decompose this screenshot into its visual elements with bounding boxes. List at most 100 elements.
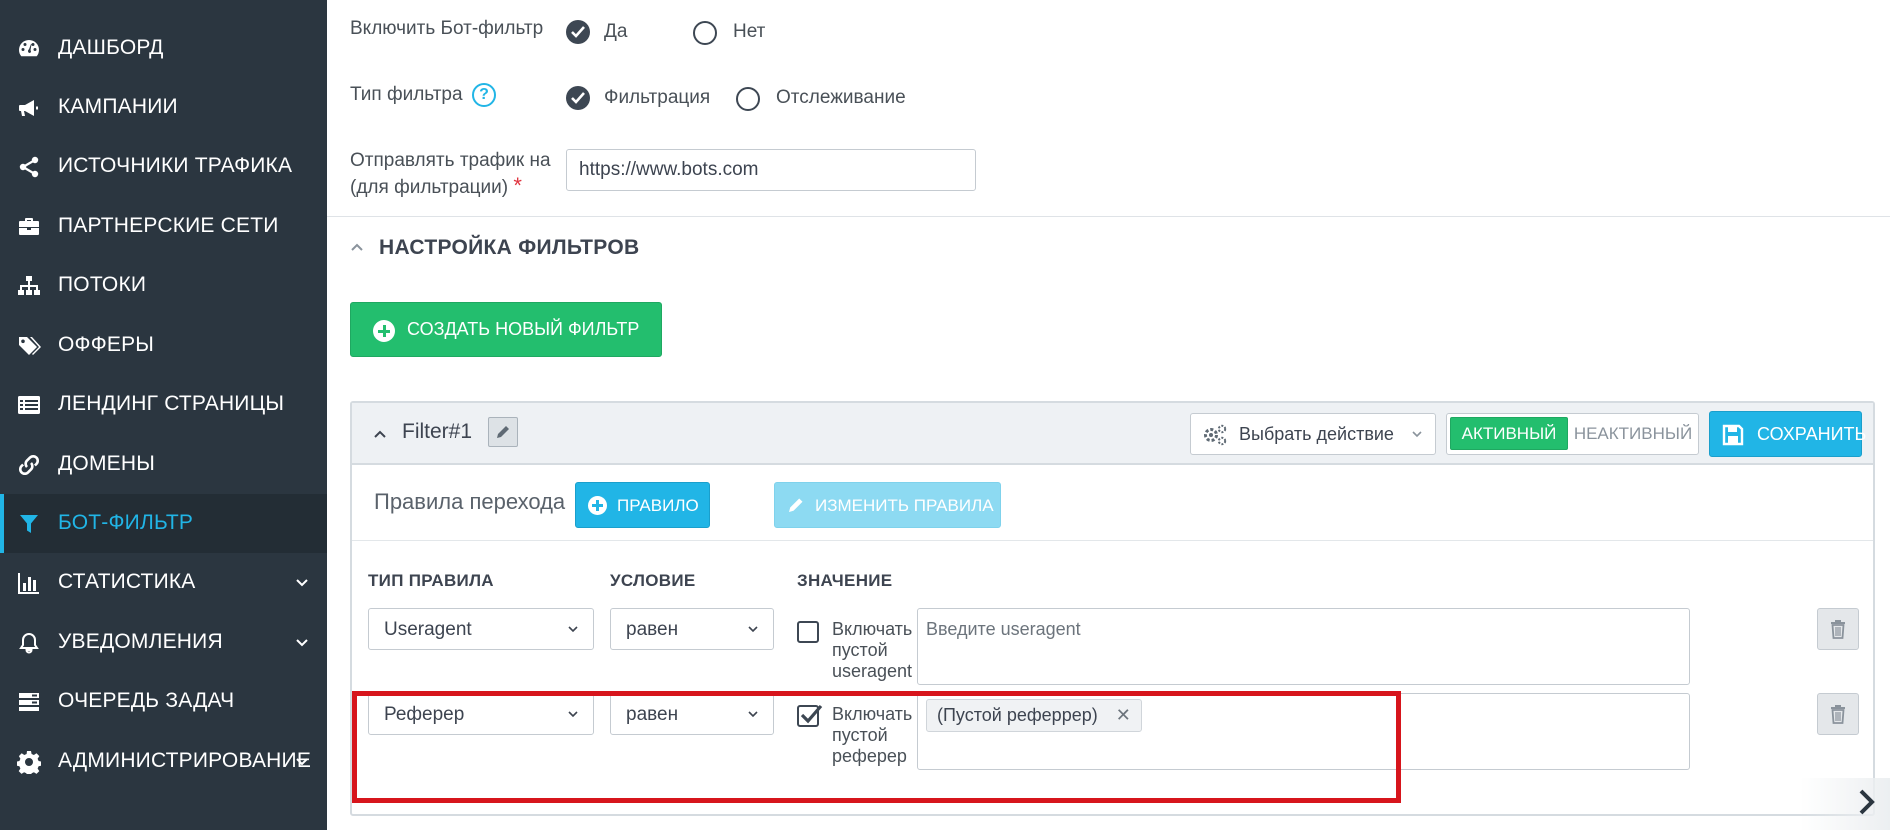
chevron-right-icon[interactable] xyxy=(1857,787,1877,817)
delete-rule-button[interactable] xyxy=(1817,693,1859,735)
column-header-condition: УСЛОВИЕ xyxy=(610,571,696,590)
rules-toolbar: Правила перехода ПРАВИЛО ИЗМЕНИТЬ ПРАВИЛ… xyxy=(352,465,1873,541)
useragent-value-input[interactable]: Введите useragent xyxy=(917,608,1690,685)
sidebar-item-administration[interactable]: АДМИНИСТРИРОВАНИЕ xyxy=(0,732,327,791)
action-select[interactable]: Выбрать действие xyxy=(1190,413,1436,455)
gears-icon xyxy=(1204,424,1227,446)
chevron-down-icon xyxy=(296,639,308,647)
include-label-line: пустой xyxy=(832,640,888,660)
chevron-down-icon xyxy=(296,758,308,766)
sidebar-item-statistics[interactable]: СТАТИСТИКА xyxy=(0,553,327,612)
save-button[interactable]: СОХРАНИТЬ xyxy=(1709,411,1866,457)
sidebar-item-label: ОФФЕРЫ xyxy=(58,333,155,356)
sidebar-item-notifications[interactable]: УВЕДОМЛЕНИЯ xyxy=(0,613,327,672)
sidebar-item-traffic-sources[interactable]: ИСТОЧНИКИ ТРАФИКА xyxy=(0,137,327,196)
check-icon xyxy=(571,26,585,38)
enable-bot-filter-label: Включить Бот-фильтр xyxy=(350,18,544,39)
tags-icon xyxy=(19,337,41,355)
enable-no-radio[interactable] xyxy=(693,21,717,45)
filter-type-label: Тип фильтра xyxy=(350,84,463,105)
share-icon xyxy=(19,156,39,178)
rule-condition-select[interactable]: равен xyxy=(610,608,774,650)
enable-yes-label: Да xyxy=(604,21,628,42)
send-traffic-url-input[interactable]: https://www.bots.com xyxy=(566,149,976,191)
sidebar-item-affiliate-networks[interactable]: ПАРТНЕРСКИЕ СЕТИ xyxy=(0,197,327,256)
floppy-disk-icon xyxy=(1722,424,1744,446)
column-header-rule-type: ТИП ПРАВИЛА xyxy=(368,571,494,590)
include-empty-useragent-label: Включать пустой useragent xyxy=(832,619,912,682)
bar-chart-icon xyxy=(18,573,39,594)
link-icon xyxy=(18,454,40,476)
sidebar-item-label: ДОМЕНЫ xyxy=(58,452,156,475)
chevron-down-icon xyxy=(1412,431,1422,438)
filter-name: Filter#1 xyxy=(402,420,473,443)
send-traffic-label-line2: (для фильтрации) * xyxy=(350,173,522,198)
sitemap-icon xyxy=(18,276,40,295)
type-tracking-radio[interactable] xyxy=(736,87,760,111)
plus-circle-icon xyxy=(373,320,395,342)
sidebar: ДАШБОРД КАМПАНИИ ИСТОЧНИКИ ТРАФИКА ПАРТН… xyxy=(0,0,327,830)
include-label-line: useragent xyxy=(832,661,913,681)
add-rule-label: ПРАВИЛО xyxy=(617,496,699,515)
divider xyxy=(327,216,1890,217)
sidebar-item-dashboard[interactable]: ДАШБОРД xyxy=(0,19,327,78)
sidebar-item-label: УВЕДОМЛЕНИЯ xyxy=(58,630,223,653)
status-active-option[interactable]: АКТИВНЫЙ xyxy=(1450,417,1568,450)
sidebar-item-label: ДАШБОРД xyxy=(58,36,164,59)
chevron-up-icon[interactable] xyxy=(372,427,388,443)
type-filtration-radio[interactable] xyxy=(566,86,590,110)
sidebar-item-flows[interactable]: ПОТОКИ xyxy=(0,256,327,315)
sidebar-item-label: БОТ-ФИЛЬТР xyxy=(58,511,194,534)
sidebar-item-label: ОЧЕРЕДЬ ЗАДАЧ xyxy=(58,689,235,712)
sidebar-item-task-queue[interactable]: ОЧЕРЕДЬ ЗАДАЧ xyxy=(0,672,327,731)
pencil-icon xyxy=(497,426,509,438)
sidebar-item-campaigns[interactable]: КАМПАНИИ xyxy=(0,78,327,137)
trash-icon xyxy=(1831,705,1845,724)
enable-no-label: Нет xyxy=(733,21,766,42)
megaphone-icon xyxy=(19,100,38,116)
briefcase-icon xyxy=(19,218,39,235)
sidebar-item-label: ЛЕНДИНГ СТРАНИЦЫ xyxy=(58,392,285,415)
edit-rules-label: ИЗМЕНИТЬ ПРАВИЛА xyxy=(815,496,994,515)
add-rule-button[interactable]: ПРАВИЛО xyxy=(575,482,710,528)
sidebar-item-label: СТАТИСТИКА xyxy=(58,570,196,593)
rule-type-select[interactable]: Useragent xyxy=(368,608,594,650)
gear-icon xyxy=(17,751,41,774)
filter-panel-header: Filter#1 Выбрать действие АКТИВНЫЙ НЕАКТ… xyxy=(352,403,1873,465)
chevron-up-icon[interactable] xyxy=(349,240,365,256)
type-filtration-label: Фильтрация xyxy=(604,87,711,108)
sidebar-item-label: ПАРТНЕРСКИЕ СЕТИ xyxy=(58,214,279,237)
edit-rules-button[interactable]: ИЗМЕНИТЬ ПРАВИЛА xyxy=(774,482,1001,528)
filters-section-title: НАСТРОЙКА ФИЛЬТРОВ xyxy=(379,236,640,259)
rule-condition-value: равен xyxy=(626,619,679,640)
rules-label: Правила перехода xyxy=(374,489,566,514)
sidebar-item-bot-filter[interactable]: БОТ-ФИЛЬТР xyxy=(0,494,327,553)
column-header-value: ЗНАЧЕНИЕ xyxy=(797,571,893,590)
sidebar-item-label: АДМИНИСТРИРОВАНИЕ xyxy=(58,749,312,772)
highlight-box xyxy=(352,691,1401,803)
include-empty-useragent-checkbox[interactable] xyxy=(797,621,819,643)
sidebar-item-landing-pages[interactable]: ЛЕНДИНГ СТРАНИЦЫ xyxy=(0,375,327,434)
action-select-value: Выбрать действие xyxy=(1239,424,1394,444)
filter-icon xyxy=(20,515,38,533)
include-label-line: Включать xyxy=(832,619,913,639)
sidebar-item-domains[interactable]: ДОМЕНЫ xyxy=(0,435,327,494)
trash-icon xyxy=(1831,620,1845,639)
create-filter-button[interactable]: СОЗДАТЬ НОВЫЙ ФИЛЬТР xyxy=(350,302,662,357)
sidebar-item-label: КАМПАНИИ xyxy=(58,95,178,118)
type-tracking-label: Отслеживание xyxy=(776,87,906,108)
status-toggle[interactable]: АКТИВНЫЙ НЕАКТИВНЫЙ xyxy=(1446,413,1699,455)
save-label: СОХРАНИТЬ xyxy=(1757,424,1867,444)
chevron-down-icon xyxy=(296,579,308,587)
edit-filter-name-button[interactable] xyxy=(488,417,518,447)
pencil-icon xyxy=(789,498,803,512)
rule-type-value: Useragent xyxy=(384,619,472,640)
status-inactive-option[interactable]: НЕАКТИВНЫЙ xyxy=(1573,417,1693,450)
delete-rule-button[interactable] xyxy=(1817,608,1859,650)
sidebar-item-offers[interactable]: ОФФЕРЫ xyxy=(0,316,327,375)
chevron-down-icon xyxy=(748,626,758,633)
enable-yes-radio[interactable] xyxy=(566,20,590,44)
plus-circle-icon xyxy=(588,496,607,515)
help-icon[interactable]: ? xyxy=(472,83,496,107)
server-icon xyxy=(19,693,39,711)
